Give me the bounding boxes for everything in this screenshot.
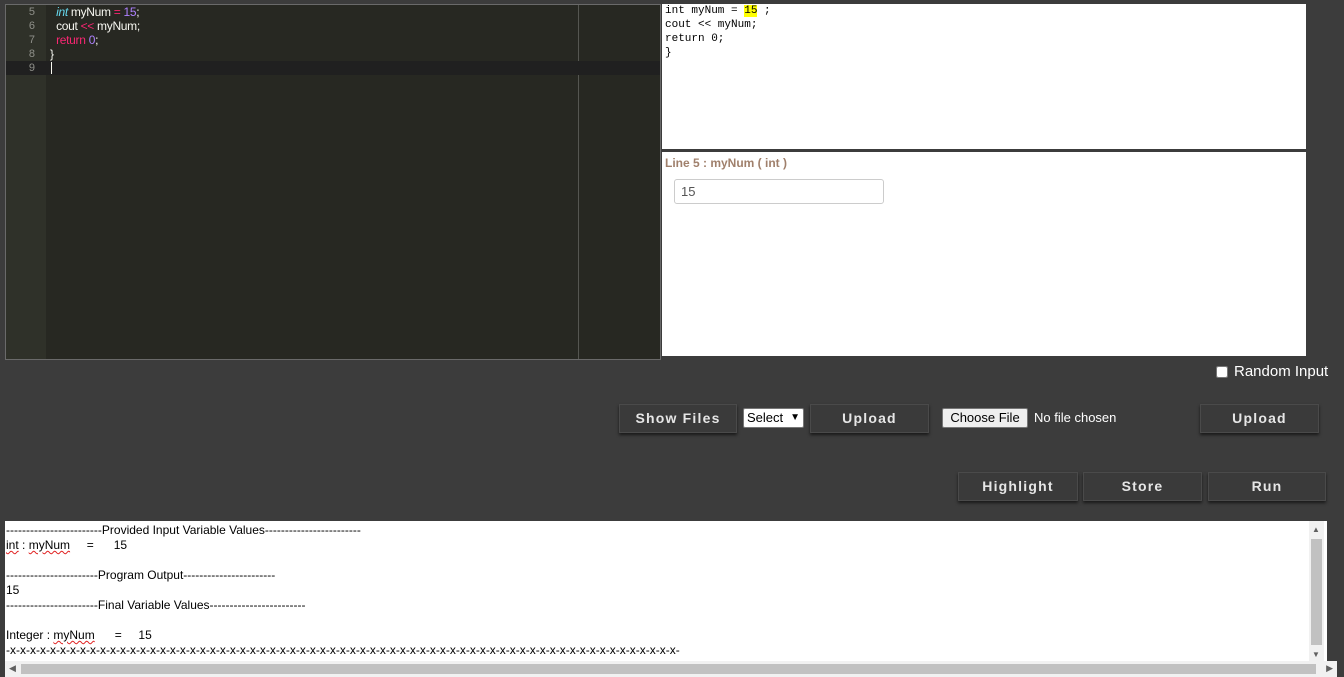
separator: : — [18, 538, 29, 552]
divider-text: ----------------------- — [6, 568, 98, 582]
section-title: Final Variable Values — [97, 598, 210, 612]
divider-text: ------------------------ — [264, 523, 361, 537]
line-number: 9 — [28, 62, 35, 74]
variable-name: myNum — [28, 538, 71, 552]
code-line[interactable]: 7 return 0; — [6, 33, 660, 47]
text-cursor — [51, 62, 52, 74]
variable-type: Integer : — [6, 628, 54, 642]
section-title: Provided Input Variable Values — [101, 523, 265, 537]
random-input-toggle[interactable]: Random Input — [1216, 363, 1328, 380]
preview-text: ; — [757, 5, 771, 17]
input-variable-row: int : myNum = 15 — [6, 538, 127, 552]
output-console[interactable]: ------------------------Provided Input V… — [5, 521, 1327, 661]
preview-line: } — [665, 47, 672, 59]
code-token: ; — [136, 5, 140, 19]
variable-value: = 15 — [70, 538, 128, 552]
scroll-left-icon[interactable]: ◀ — [9, 663, 16, 674]
variable-name: myNum — [53, 628, 95, 642]
line-number: 8 — [28, 48, 35, 60]
code-line[interactable]: 6 cout << myNum; — [6, 19, 660, 33]
code-line[interactable]: 5 int myNum = 15; — [6, 5, 660, 19]
show-files-button[interactable]: Show Files — [619, 404, 737, 433]
line-number: 7 — [28, 34, 35, 46]
code-line[interactable]: 8} — [6, 47, 660, 61]
line-code: cout << myNum; — [50, 19, 140, 33]
output-terminator: -x-x-x-x-x-x-x-x-x-x-x-x-x-x-x-x-x-x-x-x… — [6, 643, 680, 657]
code-editor[interactable]: 5 int myNum = 15; 6 cout << myNum; 7 retur… — [5, 4, 661, 360]
final-values-header: -----------------------Final Variable Va… — [6, 598, 305, 612]
preview-line: return 0; — [665, 33, 725, 45]
vertical-scrollbar[interactable]: ▲ ▼ — [1309, 521, 1324, 661]
random-input-label: Random Input — [1234, 363, 1329, 380]
random-input-checkbox[interactable] — [1216, 365, 1228, 378]
line-code: } — [50, 47, 54, 61]
scroll-down-icon[interactable]: ▼ — [1312, 650, 1320, 659]
code-token: ; — [95, 33, 99, 47]
code-token: return — [56, 33, 86, 47]
upload-button[interactable]: Upload — [810, 404, 929, 433]
code-token: 15 — [123, 5, 137, 19]
variable-input-panel: Line 5 : myNum ( int ) — [662, 152, 1306, 356]
preview-line: cout << myNum; — [665, 19, 758, 31]
file-select-dropdown[interactable]: Select ▼ — [743, 408, 804, 428]
select-value: Select — [747, 410, 784, 425]
code-line[interactable]: 9 — [6, 61, 660, 75]
divider-text: ------------------------ — [209, 598, 306, 612]
scroll-right-icon[interactable]: ▶ — [1326, 663, 1333, 674]
divider-text: ----------------------- — [6, 598, 98, 612]
code-token: << — [80, 19, 95, 33]
code-token: myNum; — [94, 19, 140, 33]
line-number: 5 — [28, 6, 35, 18]
line-code: return 0; — [50, 33, 98, 47]
code-preview-panel: int myNum = 15 ; cout << myNum; return 0… — [662, 4, 1306, 149]
section-title: Program Output — [97, 568, 184, 582]
run-button[interactable]: Run — [1208, 472, 1326, 501]
code-token: myNum — [67, 5, 114, 19]
scrollbar-thumb[interactable] — [1311, 539, 1322, 645]
final-variable-row: Integer : myNum = 15 — [6, 628, 152, 642]
preview-line: int myNum = 15 ; — [662, 4, 1306, 18]
line-code: int myNum = 15; — [50, 5, 140, 19]
divider-text: ------------------------ — [6, 523, 102, 537]
input-values-header: ------------------------Provided Input V… — [6, 523, 361, 537]
line-number: 6 — [28, 20, 35, 32]
variable-type: int — [6, 538, 19, 552]
program-output-header: -----------------------Program Output---… — [6, 568, 275, 582]
horizontal-scrollbar[interactable]: ◀ ▶ — [5, 661, 1337, 677]
upload-file-button[interactable]: Upload — [1200, 404, 1319, 433]
variable-value-input[interactable] — [674, 179, 884, 204]
code-token: } — [50, 47, 54, 61]
divider-text: ----------------------- — [183, 568, 276, 582]
code-token: cout — [50, 19, 81, 33]
variable-value: = 15 — [94, 628, 152, 642]
store-button[interactable]: Store — [1083, 472, 1202, 501]
scrollbar-thumb[interactable] — [21, 664, 1316, 674]
code-token: int — [56, 5, 68, 19]
choose-file-button[interactable]: Choose File — [942, 408, 1028, 428]
scroll-up-icon[interactable]: ▲ — [1312, 525, 1320, 534]
preview-text: int myNum = — [665, 5, 745, 17]
file-status-text: No file chosen — [1034, 410, 1117, 425]
variable-title: Line 5 : myNum ( int ) — [665, 156, 788, 170]
program-output-value: 15 — [6, 583, 20, 597]
highlight-button[interactable]: Highlight — [958, 472, 1078, 501]
highlighted-value: 15 — [744, 5, 758, 17]
chevron-down-icon: ▼ — [790, 412, 800, 423]
